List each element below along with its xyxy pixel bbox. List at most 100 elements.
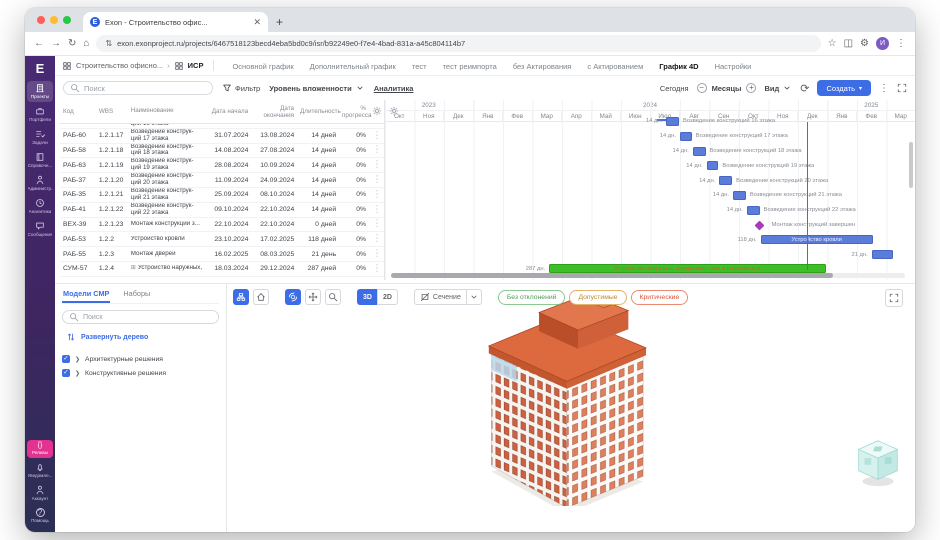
tree-item[interactable]: ✓ ❯ Конструктивные решения xyxy=(62,366,219,380)
sidebar-item-building[interactable]: Проекты xyxy=(27,81,53,102)
browser-menu-icon[interactable]: ⋮ xyxy=(896,38,906,49)
sidebar-item-briefcase[interactable]: Портфели xyxy=(27,104,53,125)
reload-icon[interactable]: ↻ xyxy=(68,38,76,49)
analytics-link[interactable]: Аналитика xyxy=(374,84,414,93)
table-row[interactable]: РАБ-60 1.2.1.17 Возведение конструк-ций 17… xyxy=(60,129,384,144)
sidebar-item-clock[interactable]: Аналитика xyxy=(27,196,53,217)
zoom-in-icon[interactable]: + xyxy=(746,83,757,93)
tab-Настройки[interactable]: Настройки xyxy=(707,56,760,76)
table-row[interactable]: ВЕХ-39 1.2.1.23 Монтаж конструкций з... 22.… xyxy=(60,218,384,233)
search-input[interactable]: Поиск xyxy=(63,81,213,95)
deviation-pill-g[interactable]: Без отклонений xyxy=(497,289,566,305)
expand-row-icon[interactable]: ⊞ xyxy=(131,265,136,271)
gantt-bar[interactable] xyxy=(680,131,692,141)
home-icon[interactable]: ⌂ xyxy=(83,38,89,49)
table-row[interactable]: РАБ-53 1.2.2 Устройство кровли 23.10.2024 17… xyxy=(60,232,384,248)
gantt-bar[interactable] xyxy=(706,161,719,171)
sidebar-item-braces[interactable]: {} Релизы xyxy=(27,440,53,458)
model-panel-tab-Наборы[interactable]: Наборы xyxy=(122,287,151,303)
tab-тест[interactable]: тест xyxy=(404,56,435,76)
bim-viewer[interactable]: 3D 2D Сечение Без отклонений Допустимые Крити… xyxy=(227,284,915,532)
refresh-icon[interactable]: ⟳ xyxy=(800,82,809,95)
checkbox[interactable]: ✓ xyxy=(62,355,70,363)
sidebar-item-chat[interactable]: Сообщения xyxy=(27,219,53,240)
back-icon[interactable]: ← xyxy=(34,38,44,49)
model-search-input[interactable]: Поиск xyxy=(62,310,219,324)
table-row[interactable]: РАБ-41 1.2.1.22 Возведение конструк-ций 22… xyxy=(60,203,384,218)
deviation-pill-a[interactable]: Допустимые xyxy=(569,289,627,305)
table-row[interactable]: СУМ-57 1.2.4 ⊞ Устройство наружных, 18.03.20… xyxy=(60,262,384,277)
filter-button[interactable]: Фильтр xyxy=(222,83,260,93)
sidebar-item-help[interactable]: ? Помощь xyxy=(27,506,53,526)
table-row[interactable]: РАБ-58 1.2.1.18 Возведение конструк-ций 18… xyxy=(60,144,384,159)
create-button[interactable]: Создать ▾ xyxy=(817,80,871,96)
maximize-window-button[interactable] xyxy=(63,16,71,24)
mode-3d-button[interactable]: 3D xyxy=(357,289,378,305)
gantt-milestone[interactable] xyxy=(754,220,765,230)
nesting-level-dropdown[interactable]: Уровень вложенности xyxy=(269,83,365,93)
sidebar-item-tasks[interactable]: Задачи xyxy=(27,127,53,148)
tab-close-icon[interactable]: ✕ xyxy=(253,17,261,28)
sidebar-item-admin[interactable]: Администр... xyxy=(27,173,53,194)
model-tree-button[interactable] xyxy=(233,289,249,305)
timeline-settings-icon[interactable] xyxy=(389,106,399,116)
view-cube[interactable] xyxy=(849,434,907,490)
column-header[interactable]: Код xyxy=(60,108,96,115)
gantt-bar[interactable] xyxy=(871,250,894,260)
tree-item[interactable]: ✓ ❯ Архитектурные решения xyxy=(62,352,219,366)
checkbox[interactable]: ✓ xyxy=(62,369,70,377)
vertical-scrollbar[interactable] xyxy=(909,142,913,188)
tab-без Актирования[interactable]: без Актирования xyxy=(505,56,580,76)
chevron-right-icon[interactable]: ❯ xyxy=(75,356,80,363)
column-header[interactable]: % прогресса xyxy=(339,105,372,119)
gantt-bar[interactable] xyxy=(746,205,760,215)
model-panel-tab-Модели СМР[interactable]: Модели СМР xyxy=(62,287,111,303)
home-view-button[interactable] xyxy=(253,289,269,305)
sidebar-item-book[interactable]: Справочн... xyxy=(27,150,53,171)
view-dropdown[interactable]: Вид xyxy=(764,83,792,93)
bim-model-canvas[interactable] xyxy=(475,292,657,506)
column-header[interactable]: Наименование xyxy=(128,107,206,115)
column-header[interactable]: Дата окончания xyxy=(251,105,297,119)
column-header[interactable]: Длительность xyxy=(297,108,341,115)
side-panel-icon[interactable]: ◫ xyxy=(844,38,853,49)
table-row[interactable]: РАБ-35 1.2.1.21 Возведение конструк-ций 21… xyxy=(60,188,384,203)
extensions-icon[interactable]: ⚙ xyxy=(860,38,869,49)
expand-tree-link[interactable]: Развернуть дерево xyxy=(66,332,219,342)
forward-icon[interactable]: → xyxy=(51,38,61,49)
gantt-bar[interactable]: Устройство кровли xyxy=(760,235,873,245)
table-row[interactable]: РАБ-55 1.2.3 Монтаж дверей 16.02.2025 08.03.… xyxy=(60,247,384,262)
close-window-button[interactable] xyxy=(37,16,45,24)
orbit-button[interactable] xyxy=(285,289,301,305)
new-tab-button[interactable]: + xyxy=(276,15,283,29)
pan-button[interactable] xyxy=(305,289,321,305)
gantt-timeline[interactable]: 202320242025 ОктНояДекЯнвФевМарАпрМайИюн… xyxy=(385,100,915,280)
sidebar-item-person[interactable]: Аккаунт xyxy=(27,483,53,504)
tab-с Актированием[interactable]: с Актированием xyxy=(579,56,651,76)
gantt-bar[interactable] xyxy=(692,146,706,156)
section-button[interactable]: Сечение xyxy=(413,289,467,305)
gantt-bar[interactable] xyxy=(666,116,679,126)
sidebar-item-bell[interactable]: Уведомле... xyxy=(27,460,53,481)
horizontal-scrollbar[interactable] xyxy=(391,273,905,278)
profile-avatar[interactable]: И xyxy=(876,37,889,50)
zoom-out-icon[interactable]: − xyxy=(696,83,707,93)
column-header[interactable]: WBS xyxy=(96,108,128,115)
breadcrumb[interactable]: Строительство офисно... › ИСР xyxy=(62,61,203,71)
tab-Дополнительный график[interactable]: Дополнительный график xyxy=(302,56,404,76)
section-dropdown-button[interactable] xyxy=(465,289,482,305)
gantt-bar[interactable] xyxy=(719,176,733,186)
tab-тест реимпорта[interactable]: тест реимпорта xyxy=(435,56,505,76)
minimize-window-button[interactable] xyxy=(50,16,58,24)
address-bar[interactable]: ⇅ exon.exonproject.ru/projects/646751812… xyxy=(96,35,821,52)
viewer-fullscreen-button[interactable] xyxy=(885,289,903,307)
column-header[interactable]: Дата начала xyxy=(205,108,251,115)
star-icon[interactable]: ☆ xyxy=(828,38,837,49)
browser-tab[interactable]: E Exon - Строительство офис... ✕ xyxy=(83,12,268,32)
tab-Основной график[interactable]: Основной график xyxy=(224,56,301,76)
chevron-right-icon[interactable]: ❯ xyxy=(75,370,80,377)
table-row[interactable]: РАБ-63 1.2.1.19 Возведение конструк-ций 19… xyxy=(60,158,384,174)
tab-График 4D[interactable]: График 4D xyxy=(651,56,706,76)
gantt-bar[interactable] xyxy=(733,190,746,200)
zoom-button[interactable] xyxy=(325,289,341,305)
